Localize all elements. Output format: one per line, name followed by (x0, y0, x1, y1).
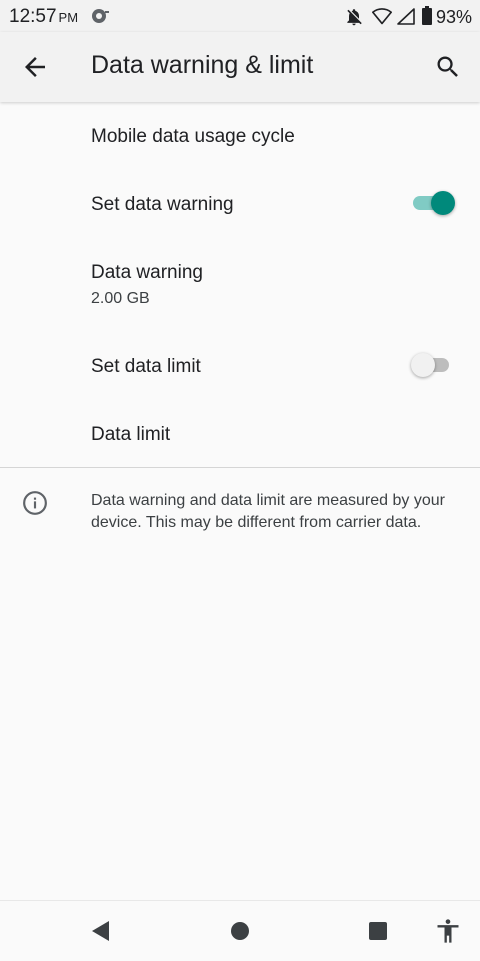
status-time-ampm: PM (58, 10, 79, 25)
recents-square-icon[interactable] (364, 917, 392, 945)
data-warning-value: 2.00 GB (91, 290, 150, 307)
info-icon (23, 491, 47, 515)
row-data-warning[interactable]: Data warning 2.00 GB (0, 238, 480, 330)
sync-icon (92, 9, 109, 23)
notifications-off-icon (347, 9, 362, 26)
accessibility-icon[interactable] (434, 917, 462, 945)
row-set-data-warning[interactable]: Set data warning (0, 172, 480, 238)
status-time: 12:57 PM (9, 6, 78, 28)
set-warning-label: Set data warning (91, 194, 234, 215)
toggle-thumb (411, 353, 435, 377)
page-title: Data warning & limit (91, 51, 314, 79)
toggle-thumb (431, 191, 455, 215)
search-icon[interactable] (434, 53, 462, 81)
data-warning-label: Data warning (91, 262, 203, 283)
data-limit-label: Data limit (91, 424, 171, 445)
row-set-data-limit[interactable]: Set data limit (0, 330, 480, 400)
battery-percent: 93% (436, 7, 473, 27)
wifi-icon (372, 8, 392, 25)
arrow-back-icon[interactable] (20, 52, 50, 82)
navigation-bar (0, 900, 480, 961)
home-circle-icon[interactable] (226, 917, 254, 945)
cell-signal-icon (397, 8, 415, 25)
app-bar: Data warning & limit (0, 32, 480, 102)
usage-cycle-label: Mobile data usage cycle (91, 126, 295, 147)
row-mobile-data-usage-cycle[interactable]: Mobile data usage cycle (0, 102, 480, 172)
status-time-value: 12:57 (9, 6, 57, 27)
back-triangle-icon[interactable] (88, 917, 116, 945)
status-bar: 12:57 PM 93% (0, 0, 480, 32)
set-warning-toggle[interactable] (411, 188, 455, 218)
set-limit-toggle[interactable] (411, 350, 455, 380)
row-data-limit[interactable]: Data limit (0, 400, 480, 466)
set-limit-label: Set data limit (91, 356, 201, 377)
divider (0, 467, 480, 468)
battery-icon (422, 6, 432, 25)
info-message: Data warning and data limit are measured… (91, 492, 445, 531)
